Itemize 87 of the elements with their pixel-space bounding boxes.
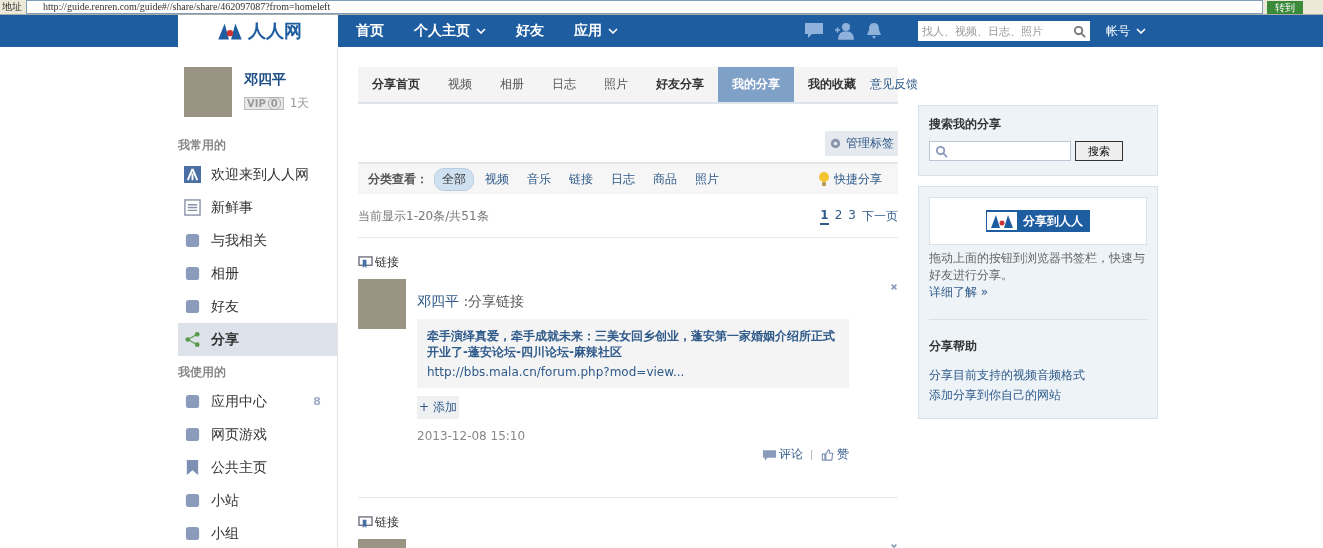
close-icon[interactable] (890, 283, 898, 291)
filter-option[interactable]: 链接 (562, 168, 600, 190)
tab[interactable]: 我的收藏 (794, 67, 870, 102)
nav-link[interactable]: 个人主页 (414, 22, 486, 40)
sidebar-item[interactable]: 好友 (178, 290, 337, 323)
filter-label: 分类查看： (368, 170, 428, 188)
tab[interactable]: 分享首页 (358, 67, 434, 102)
nav-link[interactable]: 应用 (574, 22, 618, 40)
sidebar-item[interactable]: 小站 (178, 484, 337, 517)
go-button[interactable]: 转到 (1267, 0, 1303, 14)
search-box-title: 搜索我的分享 (929, 116, 1002, 133)
logo-icon (184, 166, 201, 183)
comment-link[interactable]: 评论 (762, 446, 803, 463)
thumbs-up-icon (820, 448, 835, 461)
nav-link[interactable]: 好友 (516, 22, 544, 40)
feedback-link[interactable]: 意见反馈 (870, 67, 926, 102)
result-summary: 当前显示1-20条/共51条 (358, 208, 489, 225)
post-type-label: 链接 (375, 514, 399, 531)
tab[interactable]: 照片 (590, 67, 642, 102)
lightbulb-icon (818, 171, 830, 187)
search-icon (935, 144, 948, 158)
help-link[interactable]: 添加分享到你自己的网站 (929, 387, 1147, 404)
filter-option[interactable]: 照片 (688, 168, 726, 190)
list-icon (184, 199, 201, 216)
tab[interactable]: 好友分享 (642, 67, 718, 102)
logo-text: 人人网 (248, 19, 302, 43)
sidebar-item[interactable]: 小组 (178, 517, 337, 548)
bookmarklet-description: 拖动上面的按钮到浏览器书签栏，快速与好友进行分享。 (929, 250, 1146, 284)
filter-option[interactable]: 视频 (478, 168, 516, 190)
tab[interactable]: 视频 (434, 67, 486, 102)
post-action: :分享链接 (463, 293, 525, 309)
learn-more-link[interactable]: 详细了解 » (929, 284, 1147, 301)
gear-icon (829, 137, 842, 150)
caret-icon (476, 28, 486, 34)
share-icon (184, 331, 201, 348)
add-button[interactable]: + 添加 (417, 396, 459, 419)
search-icon[interactable] (1073, 24, 1086, 38)
search-field[interactable] (929, 141, 1071, 161)
bell-icon[interactable] (864, 22, 884, 40)
filter-option[interactable]: 全部 (434, 167, 474, 191)
bookmark-icon (184, 459, 201, 476)
caret-icon (608, 28, 618, 34)
page-link[interactable]: 1 (820, 208, 829, 225)
section-title: 我常用的 (178, 137, 227, 154)
chat-icon[interactable] (804, 22, 824, 40)
sidebar-item[interactable]: 相册 (178, 257, 337, 290)
next-page-link[interactable]: 下一页 (862, 208, 898, 225)
account-menu[interactable]: 帐号 (1106, 22, 1146, 40)
search-button[interactable]: 搜索 (1075, 141, 1123, 161)
profile-name[interactable]: 邓四平 (244, 71, 310, 89)
sidebar-item[interactable]: 与我相关 (178, 224, 337, 257)
filter-option[interactable]: 音乐 (520, 168, 558, 190)
sidebar-item[interactable]: 新鲜事 (178, 191, 337, 224)
caret-icon (1136, 28, 1146, 34)
quick-share-link[interactable]: 快捷分享 (818, 170, 882, 188)
sidebar-item[interactable]: 应用中心 8 (178, 385, 337, 418)
filter-option[interactable]: 商品 (646, 168, 684, 190)
tab[interactable]: 相册 (486, 67, 538, 102)
address-label: 地址 (1, 0, 22, 14)
page-link[interactable]: 2 (834, 208, 843, 225)
days-text: 1天 (289, 95, 310, 112)
count-label: 8 (313, 395, 321, 408)
page-link[interactable]: 3 (848, 208, 856, 225)
like-link[interactable]: 赞 (820, 446, 849, 463)
post-time: 2013-12-08 15:10 (417, 429, 527, 443)
author-link[interactable]: 邓四平 (417, 293, 459, 309)
section-title: 我使用的 (178, 364, 227, 381)
link-url[interactable]: http://bbs.mala.cn/forum.php?mod=view... (427, 365, 839, 379)
filter-option[interactable]: 日志 (604, 168, 642, 190)
link-type-icon (358, 516, 373, 529)
url-field[interactable]: http://guide.renren.com/guide#//share/share/462097087?from=homeleft (26, 0, 1263, 14)
nav-link[interactable]: 首页 (356, 22, 384, 40)
share-to-renren-button[interactable]: 分享到人人 (986, 210, 1090, 232)
add-friend-icon[interactable] (834, 22, 854, 40)
link-type-icon (358, 256, 373, 269)
sidebar-item[interactable]: 网页游戏 (178, 418, 337, 451)
speech-bubble-icon (762, 448, 777, 461)
manage-tags-button[interactable]: 管理标签 (825, 131, 898, 156)
logo-icon (987, 211, 1017, 231)
tab[interactable]: 日志 (538, 67, 590, 102)
site-logo[interactable]: 人人网 (178, 15, 338, 47)
sidebar-item[interactable]: 公共主页 (178, 451, 337, 484)
sidebar-item[interactable]: 分享 (178, 323, 337, 356)
help-link[interactable]: 分享目前支持的视频音频格式 (929, 367, 1147, 384)
sidebar-item[interactable]: 欢迎来到人人网 (178, 158, 337, 191)
post-type-label: 链接 (375, 254, 399, 271)
help-title: 分享帮助 (929, 338, 978, 355)
